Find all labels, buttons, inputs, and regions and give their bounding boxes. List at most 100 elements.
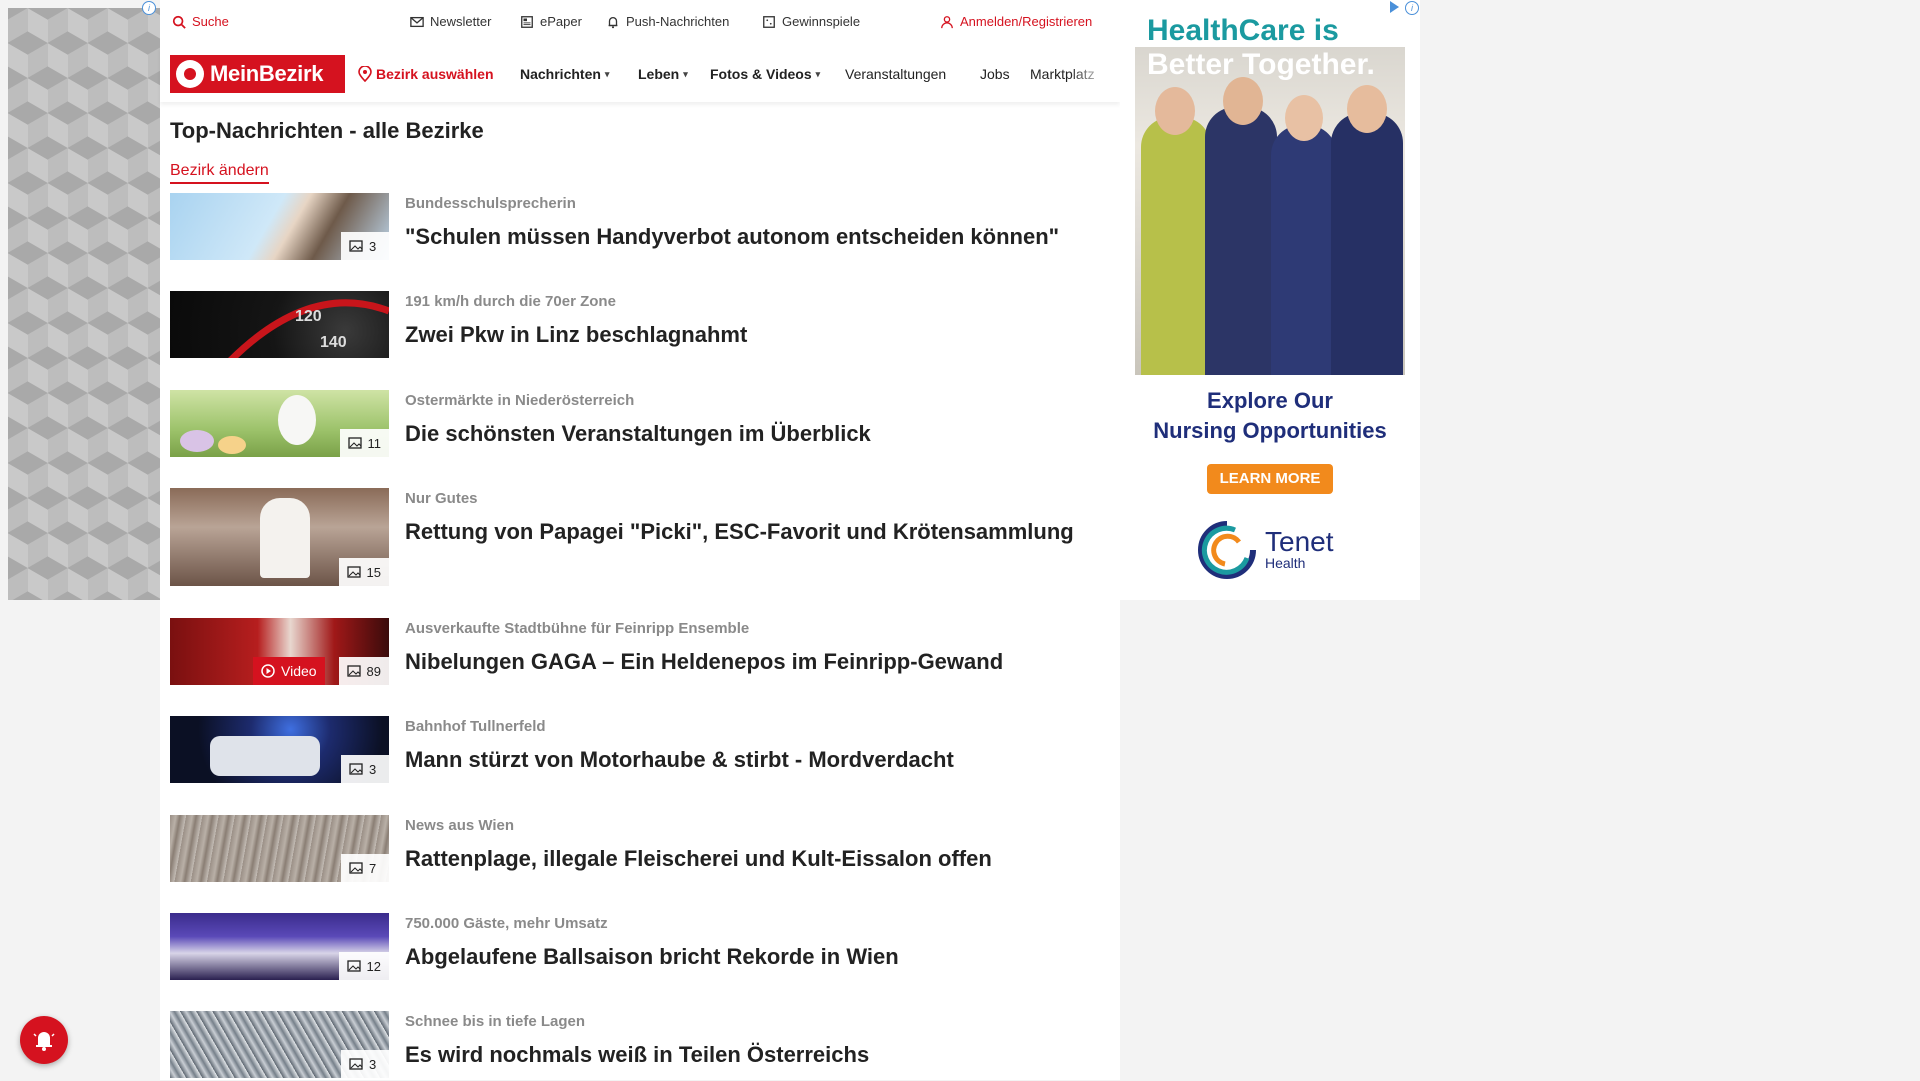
photo-count: 12 <box>366 958 381 974</box>
ad-photo <box>1135 47 1405 375</box>
left-skyscraper-ad[interactable] <box>8 8 160 600</box>
article-item[interactable]: 11 Ostermärkte in Niederösterreich Die s… <box>170 390 1110 460</box>
games-label: Gewinnspiele <box>782 14 861 29</box>
article-headline[interactable]: Rattenplage, illegale Fleischerei und Ku… <box>405 843 1125 874</box>
article-item[interactable]: 3 Bundesschulsprecherin "Schulen müssen … <box>170 193 1110 263</box>
notification-bell-button[interactable] <box>20 1016 68 1064</box>
district-select-label: Bezirk auswählen <box>376 66 494 82</box>
epaper-link[interactable]: ePaper <box>520 14 582 29</box>
article-headline[interactable]: Rettung von Papagei "Picki", ESC-Favorit… <box>405 516 1125 547</box>
search-label: Suche <box>192 14 229 29</box>
login-link[interactable]: Anmelden/Registrieren <box>940 14 1092 29</box>
games-link[interactable]: Gewinnspiele <box>762 14 860 29</box>
ad-tagline-line-1: Explore Our <box>1207 388 1333 413</box>
image-icon <box>349 1058 363 1070</box>
article-headline[interactable]: Zwei Pkw in Linz beschlagnahmt <box>405 319 1125 350</box>
chevron-down-icon: ▾ <box>604 68 610 79</box>
article-kicker: Schnee bis in tiefe Lagen <box>405 1013 586 1030</box>
page-title: Top-Nachrichten - alle Bezirke <box>170 118 484 143</box>
user-icon <box>941 15 953 28</box>
photo-count-badge: 89 <box>338 657 389 685</box>
image-icon <box>349 240 363 252</box>
image-icon <box>346 960 361 972</box>
nav-item-veranstaltungen[interactable]: Veranstaltungen <box>845 66 946 82</box>
article-kicker: 191 km/h durch die 70er Zone <box>405 293 616 310</box>
article-kicker: News aus Wien <box>405 817 515 834</box>
nav-item-label: Veranstaltungen <box>845 66 947 82</box>
article-thumbnail[interactable]: Video 89 <box>170 618 389 685</box>
article-thumbnail[interactable]: 12 <box>170 913 389 980</box>
search-icon <box>172 15 186 29</box>
mail-icon <box>410 16 424 27</box>
article-thumbnail[interactable]: 3 <box>170 193 389 260</box>
login-label: Anmelden/Registrieren <box>960 14 1093 29</box>
article-kicker: 750.000 Gäste, mehr Umsatz <box>405 915 608 932</box>
push-label: Push-Nachrichten <box>626 14 730 29</box>
article-headline[interactable]: Abgelaufene Ballsaison bricht Rekorde in… <box>405 941 1125 972</box>
push-link[interactable]: Push-Nachrichten <box>606 14 729 29</box>
photo-count: 7 <box>369 860 377 876</box>
photo-count-badge: 11 <box>339 429 389 457</box>
ad-tagline-line-2: Nursing Opportunities <box>1153 418 1387 443</box>
search-link[interactable]: Suche <box>172 14 229 29</box>
article-item[interactable]: 3 Bahnhof Tullnerfeld Mann stürzt von Mo… <box>170 716 1110 786</box>
nav-item-jobs[interactable]: Jobs <box>980 66 1010 82</box>
ad-brand-name: Tenet <box>1265 526 1334 557</box>
article-item[interactable]: 3 Schnee bis in tiefe Lagen Es wird noch… <box>170 1011 1110 1081</box>
image-icon <box>346 665 361 677</box>
article-kicker: Nur Gutes <box>405 490 478 507</box>
svg-text:120: 120 <box>295 308 322 325</box>
nav-overflow-fade <box>1070 58 1110 92</box>
ad-headline-2: Better Together. <box>1147 48 1375 81</box>
article-headline[interactable]: Die schönsten Veranstaltungen im Überbli… <box>405 418 1125 449</box>
nav-item-label: Leben <box>638 66 680 82</box>
district-select-link[interactable]: Bezirk auswählen <box>358 66 494 82</box>
video-label: Video <box>281 663 317 679</box>
ad-cta-button[interactable]: LEARN MORE <box>1207 464 1333 494</box>
photo-count-badge: 3 <box>341 232 389 260</box>
article-kicker: Ausverkaufte Stadtbühne für Feinripp Ens… <box>405 620 750 637</box>
photo-count: 15 <box>366 564 381 580</box>
photo-count-badge: 15 <box>338 558 389 586</box>
logo-text: MeinBezirk <box>210 61 324 86</box>
main-navigation: MeinBezirk Bezirk auswählen Nachrichten ▾… <box>160 46 1120 102</box>
article-headline[interactable]: Nibelungen GAGA – Ein Heldenepos im Fein… <box>405 646 1125 677</box>
article-item[interactable]: 15 Nur Gutes Rettung von Papagei "Picki"… <box>170 488 1110 586</box>
article-kicker: Ostermärkte in Niederösterreich <box>405 392 635 409</box>
photo-count: 3 <box>369 761 377 777</box>
photo-count: 89 <box>366 663 381 679</box>
article-item[interactable]: 120 140 191 km/h durch die 70er Zone Zwe… <box>170 291 1110 361</box>
article-thumbnail[interactable]: 11 <box>170 390 389 457</box>
article-thumbnail[interactable]: 120 140 <box>170 291 389 358</box>
article-thumbnail[interactable]: 7 <box>170 815 389 882</box>
article-thumbnail[interactable]: 3 <box>170 1011 389 1078</box>
article-headline[interactable]: Es wird nochmals weiß in Teilen Österrei… <box>405 1039 1125 1070</box>
ad-play-icon[interactable] <box>1390 1 1399 13</box>
newsletter-label: Newsletter <box>430 14 492 29</box>
play-icon <box>261 664 275 678</box>
tenet-logo-icon <box>1198 521 1256 579</box>
utility-bar: Suche Newsletter ePaper Push-Nachrichten… <box>160 0 1120 46</box>
article-thumbnail[interactable]: 15 <box>170 488 389 586</box>
article-headline[interactable]: Mann stürzt von Motorhaube & stirbt - Mo… <box>405 744 1125 775</box>
ad-info-icon[interactable]: i <box>1405 1 1419 15</box>
site-logo[interactable]: MeinBezirk <box>170 55 345 93</box>
newsletter-link[interactable]: Newsletter <box>410 14 491 29</box>
right-display-ad[interactable]: i HealthCare is Better Together. Explore… <box>1120 0 1420 600</box>
article-thumbnail[interactable]: 3 <box>170 716 389 783</box>
article-item[interactable]: Video 89 Ausverkaufte Stadtbühne für Fei… <box>170 618 1110 688</box>
speedometer-graphic: 120 140 <box>228 299 389 358</box>
nav-item-fotos-videos[interactable]: Fotos & Videos ▾ <box>710 66 820 82</box>
image-icon <box>347 437 362 449</box>
change-district-link[interactable]: Bezirk ändern <box>170 162 269 184</box>
epaper-label: ePaper <box>540 14 582 29</box>
nav-item-nachrichten[interactable]: Nachrichten ▾ <box>520 66 609 82</box>
article-item[interactable]: 7 News aus Wien Rattenplage, illegale Fl… <box>170 815 1110 885</box>
nav-item-leben[interactable]: Leben ▾ <box>638 66 688 82</box>
article-headline[interactable]: "Schulen müssen Handyverbot autonom ents… <box>405 221 1125 252</box>
ad-info-icon[interactable]: i <box>142 1 156 15</box>
nav-item-label: Jobs <box>980 66 1010 82</box>
ad-headline-1: HealthCare is <box>1147 14 1339 47</box>
article-item[interactable]: 12 750.000 Gäste, mehr Umsatz Abgelaufen… <box>170 913 1110 983</box>
photo-count-badge: 3 <box>341 1050 389 1078</box>
